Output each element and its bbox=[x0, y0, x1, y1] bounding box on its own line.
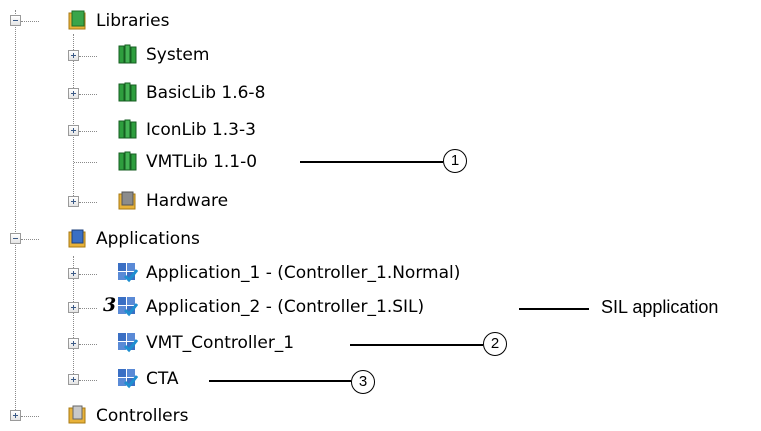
tree-connector bbox=[74, 162, 97, 164]
expand-application-2-toggle[interactable] bbox=[68, 302, 79, 313]
tree-item-label: IconLib 1.3-3 bbox=[146, 120, 256, 140]
callout-2-leader bbox=[350, 344, 483, 346]
sil-annotation-label: SIL application bbox=[601, 297, 719, 317]
tree-item-label: BasicLib 1.6-8 bbox=[146, 83, 266, 103]
tree-connector bbox=[21, 416, 39, 418]
tree-item-label: Libraries bbox=[96, 11, 170, 31]
expand-system-toggle[interactable] bbox=[68, 50, 79, 61]
callout-1-marker: 1 bbox=[443, 149, 467, 173]
library-icon bbox=[118, 82, 137, 102]
application-icon bbox=[118, 263, 138, 283]
tree-item-label: Application_1 - (Controller_1.Normal) bbox=[146, 263, 461, 283]
tree-connector bbox=[79, 94, 97, 96]
callout-2-marker: 2 bbox=[483, 332, 507, 356]
tree-item-vmt-controller-1[interactable]: VMT_Controller_1 bbox=[146, 328, 294, 358]
sil-level-badge: 3 bbox=[103, 294, 117, 316]
tree-item-label: Application_2 - (Controller_1.SIL) bbox=[146, 297, 425, 317]
tree-item-applications[interactable]: Applications bbox=[96, 224, 200, 254]
callout-1-leader bbox=[300, 161, 443, 163]
sil-annotation-leader bbox=[519, 308, 589, 310]
tree-item-application-1[interactable]: Application_1 - (Controller_1.Normal) bbox=[146, 258, 460, 288]
tree-item-label: VMTLib 1.1-0 bbox=[146, 152, 258, 172]
controllers-folder-icon bbox=[68, 405, 86, 424]
tree-item-libraries[interactable]: Libraries bbox=[96, 6, 169, 36]
collapse-applications-toggle[interactable] bbox=[10, 233, 21, 244]
tree-item-label: System bbox=[146, 45, 210, 65]
expand-application-1-toggle[interactable] bbox=[68, 268, 79, 279]
expand-vmt-controller-toggle[interactable] bbox=[68, 338, 79, 349]
tree-item-iconlib[interactable]: IconLib 1.3-3 bbox=[146, 115, 256, 145]
library-icon bbox=[118, 151, 137, 171]
tree-connector bbox=[79, 308, 97, 310]
tree-item-basiclib[interactable]: BasicLib 1.6-8 bbox=[146, 78, 265, 108]
tree-item-system[interactable]: System bbox=[146, 40, 209, 70]
tree-connector bbox=[79, 380, 97, 382]
collapse-libraries-toggle[interactable] bbox=[10, 15, 21, 26]
tree-item-label: Controllers bbox=[96, 406, 189, 426]
tree-item-label: Hardware bbox=[146, 191, 229, 211]
tree-item-hardware[interactable]: Hardware bbox=[146, 186, 228, 216]
tree-connector bbox=[79, 56, 97, 58]
application-icon bbox=[118, 333, 138, 353]
application-icon bbox=[118, 297, 138, 317]
expand-hardware-toggle[interactable] bbox=[68, 196, 79, 207]
expand-cta-toggle[interactable] bbox=[68, 374, 79, 385]
expand-iconlib-toggle[interactable] bbox=[68, 125, 79, 136]
expand-basiclib-toggle[interactable] bbox=[68, 88, 79, 99]
tree-item-label: CTA bbox=[146, 369, 179, 389]
library-folder-icon bbox=[68, 10, 86, 30]
tree-connector bbox=[79, 202, 97, 204]
tree-item-controllers[interactable]: Controllers bbox=[96, 401, 188, 431]
callout-3-leader bbox=[209, 380, 351, 382]
tree-connector bbox=[79, 131, 97, 133]
tree-line-root bbox=[15, 10, 17, 410]
callout-3-marker: 3 bbox=[351, 370, 375, 394]
library-icon bbox=[118, 119, 137, 139]
application-icon bbox=[118, 369, 138, 389]
project-tree: Libraries System BasicLib 1.6-8 IconLib … bbox=[0, 0, 761, 430]
applications-folder-icon bbox=[68, 229, 86, 248]
tree-connector bbox=[79, 274, 97, 276]
tree-item-label: Applications bbox=[96, 229, 200, 249]
expand-controllers-toggle[interactable] bbox=[10, 410, 21, 421]
tree-item-vmtlib[interactable]: VMTLib 1.1-0 bbox=[146, 147, 257, 177]
tree-item-application-2[interactable]: Application_2 - (Controller_1.SIL) bbox=[146, 292, 424, 322]
tree-connector bbox=[79, 344, 97, 346]
hardware-folder-icon bbox=[118, 191, 136, 210]
tree-connector bbox=[21, 239, 39, 241]
tree-item-cta[interactable]: CTA bbox=[146, 364, 179, 394]
tree-item-label: VMT_Controller_1 bbox=[146, 333, 295, 353]
library-icon bbox=[118, 44, 137, 64]
tree-connector bbox=[21, 21, 39, 23]
